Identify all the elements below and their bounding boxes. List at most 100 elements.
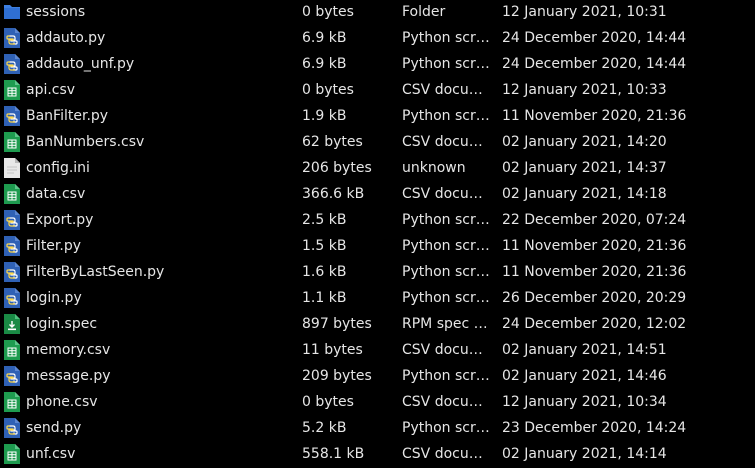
file-name: login.py (26, 290, 82, 306)
file-modified: 12 January 2021, 10:31 (502, 4, 667, 20)
file-modified: 02 January 2021, 14:14 (502, 446, 667, 462)
file-type: Python script (402, 290, 490, 306)
csv-file-icon (4, 444, 20, 464)
file-name: message.py (26, 368, 111, 384)
file-modified: 24 December 2020, 14:44 (502, 56, 687, 72)
file-modified: 11 November 2020, 21:36 (502, 238, 687, 254)
python-file-icon (4, 106, 20, 126)
file-size: 1.1 kB (302, 290, 347, 306)
csv-file-icon (4, 132, 20, 152)
csv-file-icon (4, 184, 20, 204)
file-name: config.ini (26, 160, 90, 176)
file-row[interactable]: BanFilter.py 1.9 kB Python script 11 Novemb… (0, 103, 755, 129)
file-type: Folder (402, 4, 446, 20)
file-type: Python script (402, 30, 490, 46)
file-name: api.csv (26, 82, 76, 98)
text-file-icon (4, 158, 20, 178)
file-modified: 24 December 2020, 12:02 (502, 316, 687, 332)
python-file-icon (4, 54, 20, 74)
file-modified: 26 December 2020, 20:29 (502, 290, 687, 306)
file-type: RPM spec file (402, 316, 490, 332)
python-file-icon (4, 236, 20, 256)
file-row[interactable]: addauto.py 6.9 kB Python script 24 December… (0, 25, 755, 51)
folder-icon (4, 2, 20, 22)
file-row[interactable]: login.py 1.1 kB Python script 26 December 2… (0, 285, 755, 311)
file-size: 11 bytes (302, 342, 363, 358)
python-file-icon (4, 366, 20, 386)
file-row[interactable]: phone.csv 0 bytes CSV document 12 January 2… (0, 389, 755, 415)
file-name: BanFilter.py (26, 108, 109, 124)
file-row[interactable]: memory.csv 11 bytes CSV document 02 January… (0, 337, 755, 363)
file-row[interactable]: BanNumbers.csv 62 bytes CSV document 02 Jan… (0, 129, 755, 155)
file-name: data.csv (26, 186, 86, 202)
file-size: 6.9 kB (302, 56, 347, 72)
file-size: 0 bytes (302, 82, 354, 98)
csv-file-icon (4, 80, 20, 100)
file-row[interactable]: api.csv 0 bytes CSV document 12 January 202… (0, 77, 755, 103)
file-row[interactable]: unf.csv 558.1 kB CSV document 02 January 20… (0, 441, 755, 467)
file-name: login.spec (26, 316, 98, 332)
file-size: 1.9 kB (302, 108, 347, 124)
file-type: Python script (402, 212, 490, 228)
python-file-icon (4, 210, 20, 230)
file-modified: 02 January 2021, 14:51 (502, 342, 667, 358)
file-name: FilterByLastSeen.py (26, 264, 165, 280)
file-size: 366.6 kB (302, 186, 365, 202)
file-type: Python script (402, 238, 490, 254)
python-file-icon (4, 418, 20, 438)
file-row[interactable]: login.spec 897 bytes RPM spec file 24 Decem… (0, 311, 755, 337)
file-name: memory.csv (26, 342, 111, 358)
file-modified: 11 November 2020, 21:36 (502, 264, 687, 280)
file-type: CSV document (402, 186, 490, 202)
file-type: Python script (402, 264, 490, 280)
file-name: unf.csv (26, 446, 76, 462)
csv-file-icon (4, 340, 20, 360)
file-row[interactable]: sessions 0 bytes Folder 12 January 2021, 10… (0, 0, 755, 25)
file-row[interactable]: config.ini 206 bytes unknown 02 January 202… (0, 155, 755, 181)
file-name: Filter.py (26, 238, 82, 254)
file-size: 0 bytes (302, 4, 354, 20)
file-name: phone.csv (26, 394, 98, 410)
file-row[interactable]: Export.py 2.5 kB Python script 22 December … (0, 207, 755, 233)
file-type: unknown (402, 160, 466, 176)
file-row[interactable]: send.py 5.2 kB Python script 23 December 20… (0, 415, 755, 441)
file-type: Python script (402, 108, 490, 124)
file-type: CSV document (402, 446, 490, 462)
file-modified: 02 January 2021, 14:37 (502, 160, 667, 176)
file-size: 558.1 kB (302, 446, 365, 462)
file-modified: 11 November 2020, 21:36 (502, 108, 687, 124)
file-row[interactable]: FilterByLastSeen.py 1.6 kB Python script 11… (0, 259, 755, 285)
file-modified: 02 January 2021, 14:20 (502, 134, 667, 150)
file-type: CSV document (402, 82, 490, 98)
file-row[interactable]: Filter.py 1.5 kB Python script 11 November … (0, 233, 755, 259)
file-size: 1.6 kB (302, 264, 347, 280)
file-size: 5.2 kB (302, 420, 347, 436)
spec-file-icon (4, 314, 20, 334)
file-list: sessions 0 bytes Folder 12 January 2021, 10… (0, 0, 755, 465)
file-name: BanNumbers.csv (26, 134, 145, 150)
file-type: Python script (402, 56, 490, 72)
file-name: send.py (26, 420, 82, 436)
file-type: CSV document (402, 394, 490, 410)
file-row[interactable]: message.py 209 bytes Python script 02 Janua… (0, 363, 755, 389)
file-size: 209 bytes (302, 368, 372, 384)
file-name: addauto_unf.py (26, 56, 135, 72)
python-file-icon (4, 262, 20, 282)
python-file-icon (4, 288, 20, 308)
file-size: 2.5 kB (302, 212, 347, 228)
file-modified: 24 December 2020, 14:44 (502, 30, 687, 46)
file-name: Export.py (26, 212, 94, 228)
file-size: 1.5 kB (302, 238, 347, 254)
file-type: CSV document (402, 134, 490, 150)
csv-file-icon (4, 392, 20, 412)
file-size: 0 bytes (302, 394, 354, 410)
file-modified: 02 January 2021, 14:46 (502, 368, 667, 384)
file-row[interactable]: data.csv 366.6 kB CSV document 02 January 2… (0, 181, 755, 207)
file-modified: 02 January 2021, 14:18 (502, 186, 667, 202)
python-file-icon (4, 28, 20, 48)
file-modified: 23 December 2020, 14:24 (502, 420, 687, 436)
file-type: Python script (402, 368, 490, 384)
file-size: 206 bytes (302, 160, 372, 176)
file-row[interactable]: addauto_unf.py 6.9 kB Python script 24 Dece… (0, 51, 755, 77)
file-name: addauto.py (26, 30, 106, 46)
